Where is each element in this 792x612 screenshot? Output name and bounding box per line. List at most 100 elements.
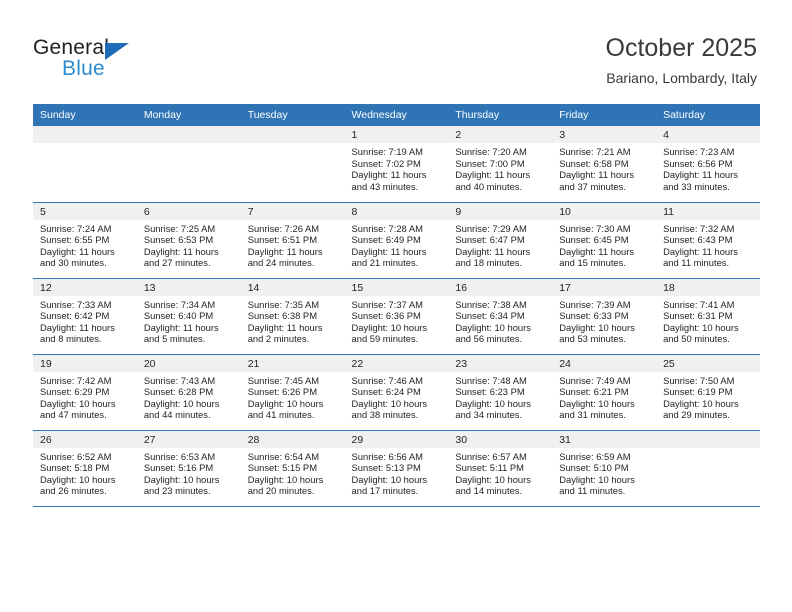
daylight-text-line1: Daylight: 11 hours (247, 245, 323, 257)
calendar-day-cell[interactable]: 26 Sunrise: 6:52 AM Sunset: 5:18 PM Dayligh… (33, 430, 137, 507)
daylight-text-line1: Daylight: 10 hours (351, 397, 428, 409)
general-blue-logo[interactable]: General Blue (33, 36, 193, 84)
sunrise-text: Sunrise: 7:34 AM (143, 298, 216, 310)
calendar-cell-inner: 10 Sunrise: 7:30 AM Sunset: 6:45 PM Dayligh… (552, 202, 657, 278)
daylight-text-line1: Daylight: 11 hours (663, 245, 738, 257)
daylight-text-line2: and 53 minutes. (559, 333, 626, 345)
calendar-day-cell[interactable]: 25 Sunrise: 7:50 AM Sunset: 6:19 PM Dayligh… (656, 354, 760, 431)
calendar-cell-inner: 4 Sunrise: 7:23 AM Sunset: 6:56 PM Daylight… (656, 126, 760, 202)
daylight-text-line1: Daylight: 11 hours (559, 169, 635, 181)
sun-times-block: Sunrise: 7:38 AM Sunset: 6:34 PM Daylight:… (448, 296, 552, 345)
sun-times-block: Sunrise: 7:37 AM Sunset: 6:36 PM Daylight:… (345, 296, 449, 345)
calendar-cell-inner: 18 Sunrise: 7:41 AM Sunset: 6:31 PM Dayligh… (656, 278, 760, 354)
calendar-day-cell[interactable]: 3 Sunrise: 7:21 AM Sunset: 6:58 PM Daylight… (552, 126, 657, 203)
day-number: 31 (552, 430, 657, 448)
calendar-day-cell[interactable]: 15 Sunrise: 7:37 AM Sunset: 6:36 PM Dayligh… (344, 278, 449, 355)
sun-times-block: Sunrise: 7:43 AM Sunset: 6:28 PM Daylight:… (137, 372, 241, 421)
sunrise-text: Sunrise: 7:46 AM (351, 374, 423, 386)
calendar-day-cell[interactable]: 29 Sunrise: 6:56 AM Sunset: 5:13 PM Dayligh… (344, 430, 449, 507)
daylight-text-line2: and 21 minutes. (351, 257, 419, 269)
sun-times-block: Sunrise: 6:53 AM Sunset: 5:16 PM Daylight:… (137, 448, 241, 497)
calendar-day-cell[interactable]: 13 Sunrise: 7:34 AM Sunset: 6:40 PM Dayligh… (136, 278, 241, 355)
sun-times-block: Sunrise: 7:39 AM Sunset: 6:33 PM Daylight:… (552, 296, 656, 345)
sunrise-text: Sunrise: 7:43 AM (143, 374, 216, 386)
sunrise-text: Sunrise: 7:26 AM (247, 222, 320, 234)
calendar-day-cell[interactable]: 6 Sunrise: 7:25 AM Sunset: 6:53 PM Daylight… (136, 202, 241, 279)
calendar-cell-inner: 19 Sunrise: 7:42 AM Sunset: 6:29 PM Dayligh… (33, 354, 137, 430)
weekday-header-wednesday: Wednesday (344, 104, 449, 126)
calendar-day-cell[interactable]: 11 Sunrise: 7:32 AM Sunset: 6:43 PM Dayligh… (656, 202, 760, 279)
sun-times-block: Sunrise: 6:56 AM Sunset: 5:13 PM Daylight:… (345, 448, 449, 497)
calendar-day-cell[interactable]: 19 Sunrise: 7:42 AM Sunset: 6:29 PM Dayligh… (33, 354, 137, 431)
calendar-cell-inner (33, 126, 137, 202)
sunset-text: Sunset: 6:55 PM (40, 234, 110, 246)
calendar-day-cell[interactable]: 9 Sunrise: 7:29 AM Sunset: 6:47 PM Daylight… (448, 202, 553, 279)
daylight-text-line1: Daylight: 11 hours (455, 169, 531, 181)
calendar-day-cell[interactable]: 10 Sunrise: 7:30 AM Sunset: 6:45 PM Dayligh… (552, 202, 657, 279)
calendar-day-cell[interactable]: 12 Sunrise: 7:33 AM Sunset: 6:42 PM Dayligh… (33, 278, 137, 355)
calendar-day-cell[interactable]: 7 Sunrise: 7:26 AM Sunset: 6:51 PM Daylight… (240, 202, 345, 279)
sun-times-block: Sunrise: 7:42 AM Sunset: 6:29 PM Daylight:… (33, 372, 137, 421)
calendar-day-cell[interactable]: 31 Sunrise: 6:59 AM Sunset: 5:10 PM Dayligh… (552, 430, 657, 507)
day-number: 25 (656, 354, 760, 372)
sun-times-block: Sunrise: 7:26 AM Sunset: 6:51 PM Daylight:… (241, 220, 345, 269)
calendar-cell-inner: 25 Sunrise: 7:50 AM Sunset: 6:19 PM Dayligh… (656, 354, 760, 430)
daylight-text-line2: and 38 minutes. (351, 409, 419, 421)
calendar-cell-empty (656, 430, 760, 507)
calendar-day-cell[interactable]: 28 Sunrise: 6:54 AM Sunset: 5:15 PM Dayligh… (240, 430, 345, 507)
calendar-day-cell[interactable]: 4 Sunrise: 7:23 AM Sunset: 6:56 PM Daylight… (656, 126, 760, 203)
calendar-day-cell[interactable]: 27 Sunrise: 6:53 AM Sunset: 5:16 PM Dayligh… (136, 430, 241, 507)
sunset-text: Sunset: 6:40 PM (143, 310, 214, 322)
calendar-cell-inner: 12 Sunrise: 7:33 AM Sunset: 6:42 PM Dayligh… (33, 278, 137, 354)
day-number: 22 (344, 354, 449, 372)
day-number: 24 (552, 354, 657, 372)
sunset-text: Sunset: 6:58 PM (559, 157, 629, 169)
daylight-text-line2: and 15 minutes. (559, 257, 626, 269)
day-number: 20 (136, 354, 241, 372)
calendar-day-cell[interactable]: 18 Sunrise: 7:41 AM Sunset: 6:31 PM Dayligh… (656, 278, 760, 355)
weekday-header-tuesday: Tuesday (240, 104, 345, 126)
sun-times-block: Sunrise: 7:46 AM Sunset: 6:24 PM Daylight:… (345, 372, 449, 421)
calendar-cell-inner: 26 Sunrise: 6:52 AM Sunset: 5:18 PM Dayligh… (33, 430, 137, 506)
calendar-day-cell[interactable]: 21 Sunrise: 7:45 AM Sunset: 6:26 PM Dayligh… (240, 354, 345, 431)
sunrise-text: Sunrise: 6:57 AM (455, 450, 527, 462)
day-number (33, 126, 137, 143)
calendar-day-cell[interactable]: 8 Sunrise: 7:28 AM Sunset: 6:49 PM Daylight… (344, 202, 449, 279)
sunset-text: Sunset: 5:16 PM (143, 462, 214, 474)
calendar-day-cell[interactable]: 16 Sunrise: 7:38 AM Sunset: 6:34 PM Dayligh… (448, 278, 553, 355)
daylight-text-line2: and 37 minutes. (559, 180, 626, 192)
daylight-text-line1: Daylight: 10 hours (559, 473, 635, 485)
daylight-text-line1: Daylight: 10 hours (663, 397, 739, 409)
calendar-day-cell[interactable]: 2 Sunrise: 7:20 AM Sunset: 7:00 PM Daylight… (448, 126, 553, 203)
calendar-day-cell[interactable]: 30 Sunrise: 6:57 AM Sunset: 5:11 PM Dayligh… (448, 430, 553, 507)
calendar-day-cell[interactable]: 14 Sunrise: 7:35 AM Sunset: 6:38 PM Dayligh… (240, 278, 345, 355)
daylight-text-line2: and 29 minutes. (663, 409, 730, 421)
calendar-day-cell[interactable]: 24 Sunrise: 7:49 AM Sunset: 6:21 PM Dayligh… (552, 354, 657, 431)
sunset-text: Sunset: 6:51 PM (247, 234, 317, 246)
calendar-day-cell[interactable]: 23 Sunrise: 7:48 AM Sunset: 6:23 PM Dayligh… (448, 354, 553, 431)
calendar-day-cell[interactable]: 17 Sunrise: 7:39 AM Sunset: 6:33 PM Dayligh… (552, 278, 657, 355)
calendar-cell-inner (656, 430, 760, 506)
sunrise-text: Sunrise: 7:49 AM (559, 374, 631, 386)
daylight-text-line2: and 11 minutes. (663, 257, 730, 269)
sunrise-text: Sunrise: 7:28 AM (351, 222, 423, 234)
daylight-text-line1: Daylight: 11 hours (663, 169, 738, 181)
daylight-text-line2: and 56 minutes. (455, 333, 523, 345)
daylight-text-line1: Daylight: 10 hours (455, 321, 531, 333)
sunset-text: Sunset: 7:00 PM (455, 157, 525, 169)
calendar-day-cell[interactable]: 22 Sunrise: 7:46 AM Sunset: 6:24 PM Dayligh… (344, 354, 449, 431)
weekday-header-friday: Friday (552, 104, 657, 126)
sunset-text: Sunset: 6:31 PM (663, 310, 733, 322)
calendar-cell-inner: 8 Sunrise: 7:28 AM Sunset: 6:49 PM Daylight… (344, 202, 449, 278)
day-number: 12 (33, 278, 137, 296)
daylight-text-line1: Daylight: 11 hours (143, 245, 219, 257)
calendar-day-cell[interactable]: 20 Sunrise: 7:43 AM Sunset: 6:28 PM Dayligh… (136, 354, 241, 431)
daylight-text-line2: and 17 minutes. (351, 485, 419, 497)
calendar-day-cell[interactable]: 1 Sunrise: 7:19 AM Sunset: 7:02 PM Daylight… (344, 126, 449, 203)
sunset-text: Sunset: 5:11 PM (455, 462, 524, 474)
sunrise-text: Sunrise: 7:33 AM (40, 298, 112, 310)
daylight-text-line2: and 27 minutes. (143, 257, 211, 269)
calendar-day-cell[interactable]: 5 Sunrise: 7:24 AM Sunset: 6:55 PM Daylight… (33, 202, 137, 279)
daylight-text-line1: Daylight: 11 hours (351, 245, 427, 257)
sunrise-text: Sunrise: 7:21 AM (559, 146, 631, 157)
